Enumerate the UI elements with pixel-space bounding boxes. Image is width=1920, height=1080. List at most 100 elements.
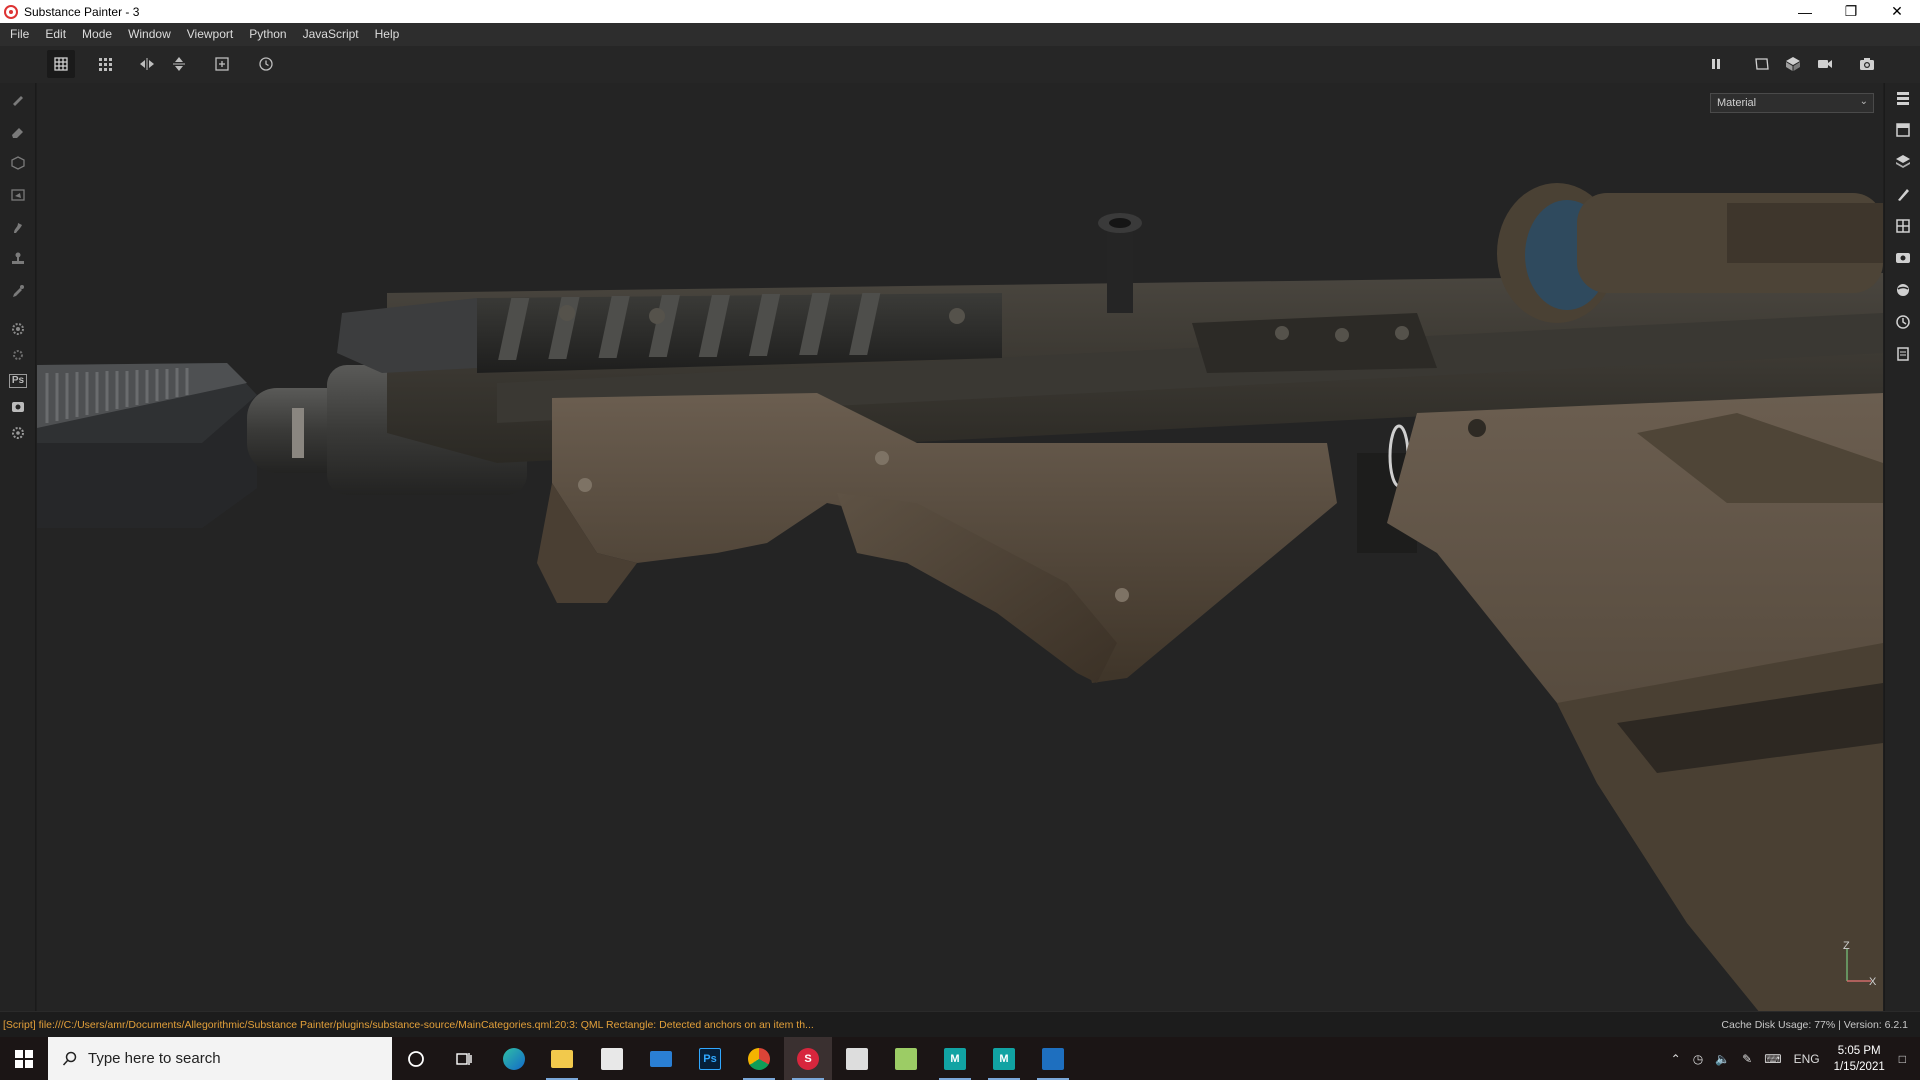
polygon-fill-icon (11, 189, 25, 201)
display-settings-button[interactable] (1894, 249, 1912, 267)
polygon-fill-tool[interactable] (8, 185, 28, 205)
plugin-settings-3[interactable] (8, 423, 28, 443)
toolbar (0, 46, 1920, 83)
projection-tool[interactable] (8, 153, 28, 173)
status-bar: [Script] file:///C:/Users/amr/Documents/… (0, 1011, 1920, 1037)
photoshop-icon: Ps (8, 374, 28, 388)
gear-icon (12, 323, 24, 335)
minimize-button[interactable]: — (1782, 0, 1828, 23)
mirror-horizontal-icon (140, 58, 154, 70)
cortana-button[interactable] (392, 1037, 440, 1080)
menu-python[interactable]: Python (241, 23, 294, 46)
paint-tool[interactable] (8, 89, 28, 109)
camera-settings-button[interactable] (1811, 50, 1839, 78)
taskbar-edge[interactable] (490, 1037, 538, 1080)
document-icon (1897, 347, 1909, 361)
taskbar-photos[interactable] (1029, 1037, 1077, 1080)
plus-square-icon (215, 57, 229, 71)
folder-icon (551, 1049, 573, 1068)
system-tray: ⌃ ◷ 🔈 ✎ ⌨ ENG 5:05 PM 1/15/2021 □ (1665, 1037, 1920, 1080)
pause-render-button[interactable] (1702, 50, 1730, 78)
cortana-icon (408, 1050, 424, 1067)
shelf-button[interactable] (1894, 217, 1912, 235)
symmetry-x-button[interactable] (133, 50, 161, 78)
plane-icon (1755, 58, 1769, 70)
menu-viewport[interactable]: Viewport (179, 23, 241, 46)
color-picker-tool[interactable] (8, 281, 28, 301)
menu-edit[interactable]: Edit (37, 23, 74, 46)
history-panel-button[interactable] (1894, 313, 1912, 331)
display-icon (1896, 253, 1910, 263)
symmetry-y-button[interactable] (165, 50, 193, 78)
language-indicator[interactable]: ENG (1794, 1052, 1820, 1066)
layers-button[interactable] (1894, 153, 1912, 171)
texture-set-settings-button[interactable] (1894, 121, 1912, 139)
plugin-settings-2[interactable] (8, 345, 28, 365)
texture-set-list-button[interactable] (1894, 89, 1912, 107)
history-button[interactable] (252, 50, 280, 78)
view-3d-button[interactable] (1779, 50, 1807, 78)
taskbar-maya-2[interactable]: M (980, 1037, 1028, 1080)
tray-chevron-up-icon[interactable]: ⌃ (1671, 1052, 1681, 1066)
taskbar-substance-painter[interactable]: S (784, 1037, 832, 1080)
mirror-vertical-icon (173, 57, 185, 71)
taskbar-file-explorer[interactable] (538, 1037, 586, 1080)
smudge-tool[interactable] (8, 217, 28, 237)
taskbar-chrome[interactable] (735, 1037, 783, 1080)
close-button[interactable]: ✕ (1874, 0, 1920, 23)
clone-tool[interactable] (8, 249, 28, 269)
projection-cube-icon (11, 156, 25, 170)
maya-icon-2: M (993, 1047, 1015, 1070)
network-icon[interactable]: ◷ (1693, 1052, 1703, 1066)
window-settings-icon (1896, 123, 1910, 137)
view-2d-button[interactable] (1748, 50, 1776, 78)
maximize-button[interactable]: ❐ (1828, 0, 1874, 23)
cache-version-info: Cache Disk Usage: 77% | Version: 6.2.1 (1721, 1018, 1908, 1031)
menu-window[interactable]: Window (120, 23, 179, 46)
plugin-settings-1[interactable] (8, 319, 28, 339)
cube-icon (1786, 57, 1800, 71)
taskbar-search[interactable]: Type here to search (48, 1037, 392, 1080)
display-mode-button[interactable] (47, 50, 75, 78)
clock[interactable]: 5:05 PM 1/15/2021 (1834, 1043, 1885, 1075)
brush-icon (13, 96, 23, 106)
volume-icon[interactable]: 🔈 (1715, 1052, 1730, 1066)
task-view-icon (456, 1052, 472, 1065)
properties-button[interactable] (1894, 185, 1912, 203)
taskbar-paint[interactable] (882, 1037, 930, 1080)
taskbar-store[interactable] (588, 1037, 636, 1080)
dots-grid-button[interactable] (91, 50, 119, 78)
brush-properties-icon (1898, 189, 1909, 201)
log-message[interactable]: [Script] file:///C:/Users/amr/Documents/… (3, 1019, 814, 1031)
taskbar-photoshop[interactable]: Ps (686, 1037, 734, 1080)
3d-viewport[interactable]: Material ⌄ Z X (37, 83, 1883, 1011)
photoshop-plugin[interactable]: Ps (8, 371, 28, 391)
notifications-icon[interactable]: □ (1899, 1052, 1906, 1066)
eraser-tool[interactable] (8, 121, 28, 141)
keyboard-icon[interactable]: ⌨ (1764, 1052, 1781, 1066)
start-button[interactable] (0, 1037, 48, 1080)
photos-icon (1042, 1047, 1064, 1070)
task-view-button[interactable] (440, 1037, 488, 1080)
log-button[interactable] (1894, 345, 1912, 363)
axis-x-label: X (1869, 976, 1877, 988)
pen-icon[interactable]: ✎ (1742, 1052, 1752, 1066)
substance-painter-icon (4, 4, 18, 19)
add-frame-button[interactable] (208, 50, 236, 78)
menu-mode[interactable]: Mode (74, 23, 120, 46)
menu-javascript[interactable]: JavaScript (295, 23, 367, 46)
grid-2x2-icon (1896, 219, 1910, 233)
menu-help[interactable]: Help (367, 23, 408, 46)
maya-icon: M (944, 1047, 966, 1070)
video-camera-icon (1818, 60, 1832, 68)
taskbar-zbrush[interactable] (833, 1037, 881, 1080)
shader-settings-button[interactable] (1894, 281, 1912, 299)
menu-file[interactable]: File (4, 23, 37, 46)
taskbar-mail[interactable] (637, 1037, 685, 1080)
mail-icon (650, 1050, 672, 1067)
taskbar-maya-1[interactable]: M (931, 1037, 979, 1080)
display-mode-dropdown[interactable]: Material ⌄ (1710, 93, 1874, 113)
screenshot-button[interactable] (1853, 50, 1881, 78)
search-placeholder: Type here to search (88, 1050, 221, 1067)
export-plugin[interactable] (8, 397, 28, 417)
